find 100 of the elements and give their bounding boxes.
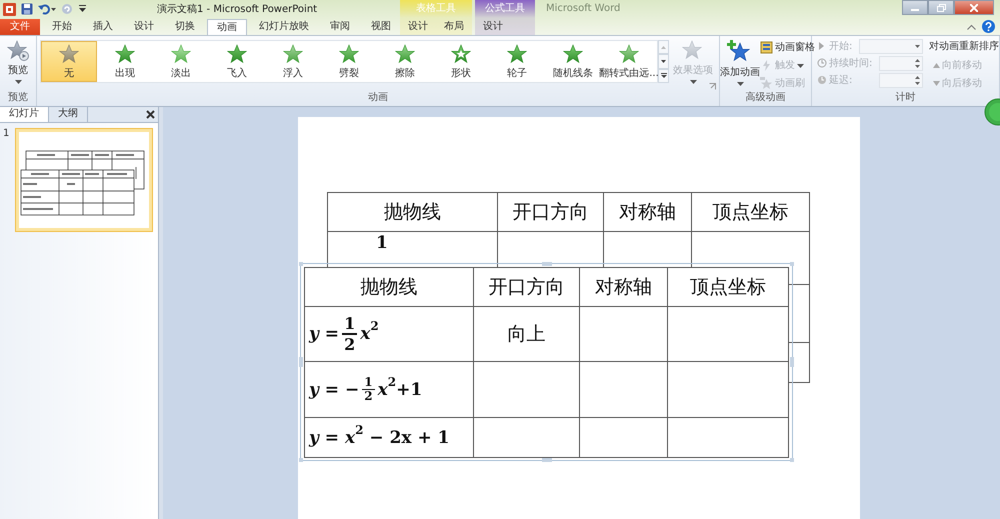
spin-arrows-icon (915, 76, 920, 84)
close-icon (970, 4, 978, 12)
dialog-launcher-icon (709, 83, 716, 90)
add-animation-button[interactable]: 添加动画 (720, 36, 760, 91)
redo-icon (61, 3, 73, 15)
animation-option[interactable]: 飞入 (209, 41, 265, 82)
star-icon (59, 44, 79, 64)
table-header-cell: 顶点坐标 (668, 268, 788, 306)
caret-icon (690, 80, 696, 84)
ribbon-tab[interactable]: 视图 (362, 19, 400, 35)
ribbon-tab[interactable]: 动画 (207, 19, 247, 35)
animation-pane-icon (760, 40, 773, 54)
caret-icon (915, 44, 920, 48)
field-label: 持续时间: (829, 56, 872, 70)
field-label: 开始: (829, 40, 852, 53)
table-header-cell: 对称轴 (580, 268, 668, 306)
table-header-cell: 抛物线 (304, 268, 474, 306)
star-plus-icon (727, 40, 753, 64)
group-label: 计时 (894, 91, 916, 105)
ribbon-tab[interactable]: 审阅 (321, 19, 359, 35)
animation-option[interactable]: 无 (41, 41, 97, 82)
up-arrow-icon (661, 46, 666, 49)
star-icon (283, 44, 303, 64)
resize-handle[interactable] (299, 357, 303, 367)
animation-option[interactable]: 轮子 (489, 41, 545, 82)
restore-icon (936, 4, 946, 12)
reorder-title: 对动画重新排序 (929, 40, 999, 54)
ribbon-tab[interactable]: 设计 (125, 19, 163, 35)
minimize-ribbon-icon (967, 24, 976, 30)
star-icon (451, 44, 471, 64)
star-icon (619, 44, 639, 64)
star-icon (507, 44, 527, 64)
formula: y = x$^{2}$ − 2x + 1 (309, 428, 450, 448)
animation-option[interactable]: 形状 (433, 41, 489, 82)
resize-handle[interactable] (790, 262, 794, 266)
minimize-button[interactable] (902, 0, 928, 15)
animation-option[interactable]: 淡出 (153, 41, 209, 82)
ribbon-tab[interactable]: 切换 (166, 19, 204, 35)
group-label: 高级动画 (744, 91, 786, 105)
animation-option[interactable]: 翻转式由远... (601, 41, 657, 82)
pane-tab[interactable]: 幻灯片 (0, 107, 49, 122)
star-brush-icon (760, 76, 773, 90)
more-button[interactable] (658, 68, 669, 83)
animation-option[interactable]: 擦除 (377, 41, 433, 82)
down-arrow-icon (661, 60, 666, 63)
maximize-button[interactable] (928, 0, 954, 15)
ribbon-tab[interactable]: 开始 (43, 19, 81, 35)
animation-option[interactable]: 劈裂 (321, 41, 377, 82)
preview-button[interactable]: 预览 (0, 36, 36, 91)
file-tab[interactable]: 文件 (0, 19, 40, 35)
star-icon (339, 44, 359, 64)
background-window-title: Microsoft Word (545, 2, 622, 16)
table-cell-text: 向上 (508, 323, 546, 345)
resize-handle[interactable] (542, 458, 552, 462)
pane-tab[interactable]: 大纲 (49, 107, 88, 122)
ribbon-tab[interactable]: 幻灯片放映 (250, 19, 318, 35)
animation-option[interactable]: 浮入 (265, 41, 321, 82)
star-icon (171, 44, 191, 64)
animation-option[interactable]: 出现 (97, 41, 153, 82)
ribbon-tab[interactable]: 布局 (436, 19, 472, 35)
more-icon (660, 73, 666, 78)
caret-icon (797, 64, 804, 68)
close-icon (146, 110, 154, 119)
scroll-down-button[interactable] (658, 54, 669, 69)
save-icon (21, 3, 33, 15)
table-header-cell: 开口方向 (474, 268, 580, 306)
ribbon-tab[interactable]: 设计 (400, 19, 436, 35)
slide-number: 1 (3, 128, 10, 139)
caret-icon (14, 80, 22, 84)
context-tab-header: 表格工具 (400, 0, 472, 18)
group-label: 预览 (7, 91, 29, 105)
resize-handle[interactable] (542, 262, 552, 266)
up-triangle-icon (933, 62, 940, 68)
context-tab-header: 公式工具 (475, 0, 535, 18)
resize-handle[interactable] (299, 262, 303, 266)
ribbon-button[interactable]: 动画窗格 (760, 39, 815, 55)
resize-handle[interactable] (790, 458, 794, 462)
lightning-icon (760, 58, 773, 72)
close-button[interactable] (954, 0, 994, 15)
spin-arrows-icon (915, 58, 920, 68)
clock-icon (817, 75, 827, 85)
star-icon (395, 44, 415, 64)
star-icon (115, 44, 135, 64)
star-icon (563, 44, 583, 64)
help-icon[interactable] (982, 20, 995, 33)
resize-handle[interactable] (790, 357, 794, 367)
ribbon-tab[interactable]: 插入 (84, 19, 122, 35)
undo-icon (38, 3, 56, 15)
formula-fragment: 1 (376, 235, 388, 252)
table-header-cell: 顶点坐标 (692, 192, 810, 232)
table-header-cell: 抛物线 (328, 192, 498, 232)
star-play-icon (7, 40, 29, 62)
resize-handle[interactable] (299, 458, 303, 462)
field-label: 延迟: (829, 74, 852, 87)
caret-icon (736, 82, 744, 86)
table-header-cell: 对称轴 (604, 192, 692, 232)
star-icon (682, 40, 704, 62)
group-label: 动画 (367, 91, 389, 105)
clock-icon (817, 58, 827, 68)
star-icon (227, 44, 247, 64)
